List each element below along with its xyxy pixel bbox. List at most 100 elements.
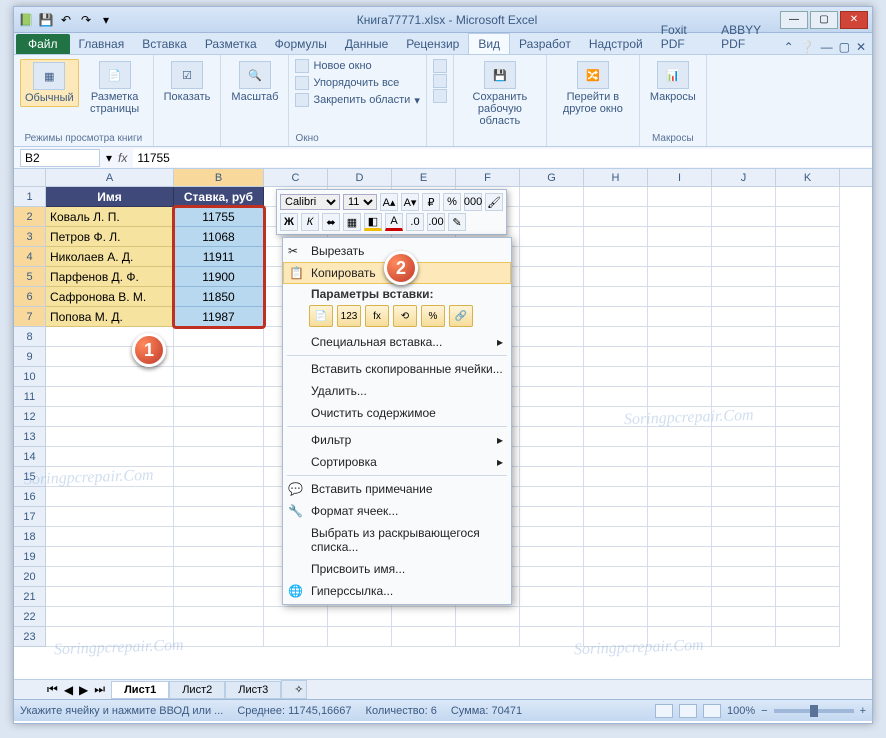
cell[interactable] — [712, 407, 776, 427]
cell[interactable] — [776, 287, 840, 307]
row-header-17[interactable]: 17 — [14, 507, 46, 527]
row-header-21[interactable]: 21 — [14, 587, 46, 607]
font-size-select[interactable]: 11 — [343, 194, 377, 210]
cell[interactable] — [648, 287, 712, 307]
paste-formulas-icon[interactable]: fx — [365, 305, 389, 327]
zoom-out-button[interactable]: − — [761, 705, 767, 717]
col-header-j[interactable]: J — [712, 169, 776, 186]
normal-view-icon[interactable] — [655, 704, 673, 718]
sheet-tab-2[interactable]: Лист2 — [169, 681, 225, 699]
cell[interactable] — [584, 287, 648, 307]
macros-button[interactable]: 📊 Макросы — [646, 59, 700, 105]
cell[interactable] — [328, 627, 392, 647]
paste-percent-icon[interactable]: % — [421, 305, 445, 327]
cell[interactable] — [584, 507, 648, 527]
row-header-5[interactable]: 5 — [14, 267, 46, 287]
col-header-d[interactable]: D — [328, 169, 392, 186]
menu-dropdown-list[interactable]: Выбрать из раскрывающегося списка... — [283, 522, 511, 558]
row-header-7[interactable]: 7 — [14, 307, 46, 327]
cell[interactable] — [584, 187, 648, 207]
cell[interactable] — [174, 467, 264, 487]
new-window-button[interactable]: Новое окно — [295, 59, 419, 73]
sheet-nav-prev-icon[interactable]: ◀ — [61, 683, 76, 697]
unhide-icon[interactable] — [433, 89, 447, 103]
cell[interactable] — [520, 567, 584, 587]
cell[interactable] — [776, 487, 840, 507]
cell[interactable] — [456, 607, 520, 627]
cell[interactable] — [712, 327, 776, 347]
help-icon[interactable]: ❔ — [800, 40, 815, 54]
row-header-15[interactable]: 15 — [14, 467, 46, 487]
bold-icon[interactable]: Ж — [280, 213, 298, 231]
cell-name[interactable]: Коваль Л. П. — [46, 207, 174, 227]
row-header-1[interactable]: 1 — [14, 187, 46, 207]
formula-input[interactable] — [133, 149, 872, 167]
tab-abbyy[interactable]: ABBYY PDF — [712, 20, 783, 54]
sheet-tab-1[interactable]: Лист1 — [111, 681, 169, 699]
col-header-b[interactable]: B — [174, 169, 264, 186]
cell[interactable] — [174, 507, 264, 527]
cell[interactable] — [776, 567, 840, 587]
cell[interactable] — [712, 367, 776, 387]
cell[interactable] — [776, 587, 840, 607]
cell[interactable] — [712, 347, 776, 367]
select-all-corner[interactable] — [14, 169, 46, 186]
normal-view-button[interactable]: ▦ Обычный — [20, 59, 79, 107]
cell[interactable] — [520, 287, 584, 307]
doc-restore-icon[interactable]: ▢ — [839, 40, 850, 54]
cell[interactable] — [520, 427, 584, 447]
cell[interactable] — [712, 247, 776, 267]
cell[interactable] — [648, 247, 712, 267]
switch-windows-button[interactable]: 🔀 Перейти в другое окно — [553, 59, 633, 117]
cell-name[interactable]: Парфенов Д. Ф. — [46, 267, 174, 287]
decrease-font-icon[interactable]: A▾ — [401, 193, 419, 211]
cell[interactable] — [46, 507, 174, 527]
tab-formulas[interactable]: Формулы — [266, 34, 336, 54]
page-break-view-icon[interactable] — [703, 704, 721, 718]
cell[interactable] — [520, 467, 584, 487]
cell[interactable] — [46, 447, 174, 467]
hide-icon[interactable] — [433, 74, 447, 88]
row-header-22[interactable]: 22 — [14, 607, 46, 627]
cell[interactable] — [712, 627, 776, 647]
cell-rate[interactable]: 11068 — [174, 227, 264, 247]
paste-values-icon[interactable]: 123 — [337, 305, 361, 327]
cell[interactable] — [520, 307, 584, 327]
cell[interactable] — [712, 187, 776, 207]
minimize-ribbon-icon[interactable]: ⌃ — [784, 40, 794, 54]
cell[interactable] — [584, 587, 648, 607]
cell[interactable] — [712, 507, 776, 527]
merge-icon[interactable]: ⬌ — [322, 213, 340, 231]
cell[interactable] — [648, 307, 712, 327]
increase-font-icon[interactable]: A▴ — [380, 193, 398, 211]
cell[interactable] — [584, 387, 648, 407]
menu-format-cells[interactable]: 🔧Формат ячеек... — [283, 500, 511, 522]
cell[interactable] — [264, 627, 328, 647]
cell[interactable] — [584, 467, 648, 487]
cell[interactable] — [174, 347, 264, 367]
tab-review[interactable]: Рецензир — [397, 34, 468, 54]
cell[interactable] — [520, 327, 584, 347]
cell-name[interactable]: Петров Ф. Л. — [46, 227, 174, 247]
paste-link-icon[interactable]: 🔗 — [449, 305, 473, 327]
worksheet-grid[interactable]: A B C D E F G H I J K 1ИмяСтавка, руб2Ко… — [14, 169, 872, 679]
row-header-4[interactable]: 4 — [14, 247, 46, 267]
menu-filter[interactable]: Фильтр▸ — [283, 429, 511, 451]
menu-hyperlink[interactable]: 🌐Гиперссылка... — [283, 580, 511, 602]
cell[interactable] — [648, 487, 712, 507]
cell[interactable] — [264, 607, 328, 627]
qat-dropdown-icon[interactable]: ▾ — [98, 12, 114, 28]
col-header-f[interactable]: F — [456, 169, 520, 186]
cell[interactable] — [584, 267, 648, 287]
sheet-nav-last-icon[interactable]: ⏭ — [91, 682, 111, 697]
comma-format-icon[interactable]: 000 — [464, 193, 482, 211]
cell-rate[interactable]: 11850 — [174, 287, 264, 307]
name-box[interactable] — [20, 149, 100, 167]
minimize-button[interactable]: — — [780, 11, 808, 29]
cell[interactable] — [648, 587, 712, 607]
zoom-level[interactable]: 100% — [727, 705, 755, 717]
cell[interactable] — [520, 547, 584, 567]
cell[interactable] — [776, 227, 840, 247]
menu-define-name[interactable]: Присвоить имя... — [283, 558, 511, 580]
cell-rate[interactable]: 11911 — [174, 247, 264, 267]
